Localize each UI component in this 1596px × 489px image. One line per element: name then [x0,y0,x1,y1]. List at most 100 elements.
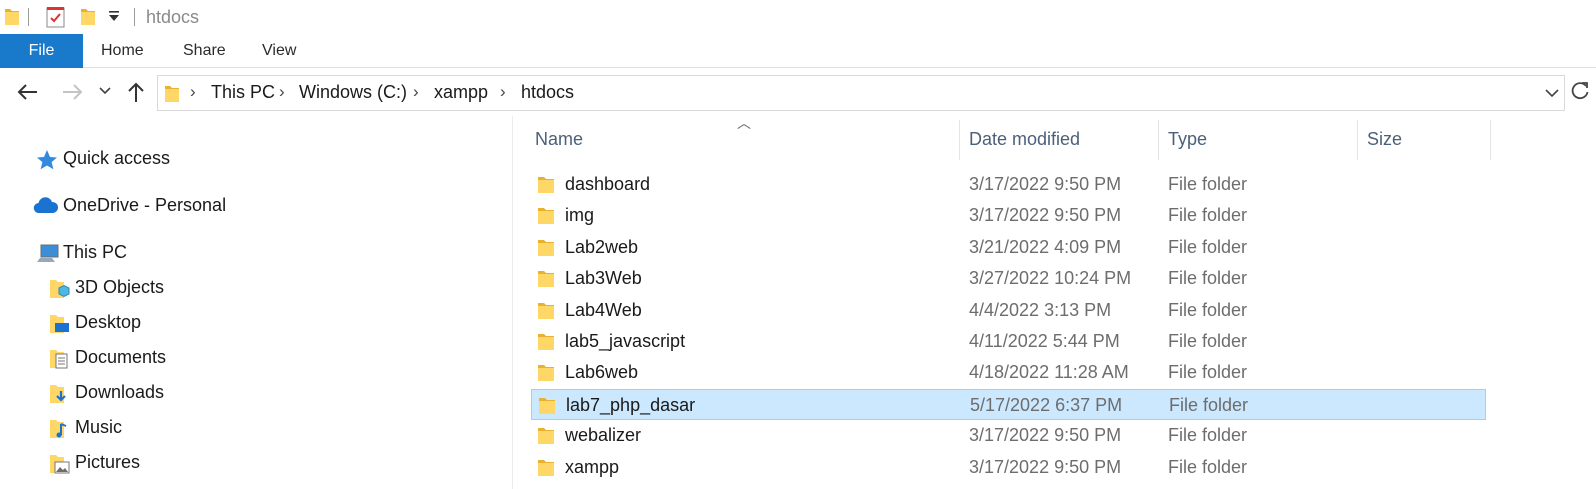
folder-icon [537,300,555,320]
3d-objects-folder-icon [48,278,72,300]
folder-icon [537,331,555,351]
file-type: File folder [1168,205,1248,226]
folder-icon [537,174,555,194]
folder-icon [537,205,555,225]
file-type: File folder [1168,174,1248,194]
table-row[interactable]: Lab4Web 4/4/2022 3:13 PM File folder [531,295,1486,326]
title-bar: htdocs [0,0,1596,34]
table-row[interactable]: img 3/17/2022 9:50 PM File folder [531,200,1486,231]
nav-item-downloads[interactable]: Downloads [48,379,208,409]
address-bar[interactable]: › This PC › Windows (C:) › xampp › htdoc… [157,75,1565,111]
file-name: webalizer [565,425,642,446]
file-date-modified: 4/4/2022 3:13 PM [969,299,1112,320]
nav-item-label: 3D Objects [75,277,165,297]
table-row[interactable]: Lab2web 3/21/2022 4:09 PM File folder [531,232,1486,263]
pictures-folder-icon [48,453,72,475]
table-row[interactable]: lab5_javascript 4/11/2022 5:44 PM File fol… [531,326,1486,357]
table-row[interactable]: webalizer 3/17/2022 9:50 PM File folder [531,420,1486,451]
nav-item-label: Desktop [75,312,142,332]
breadcrumb-windows-c[interactable]: Windows (C:) [299,82,407,103]
tab-file[interactable]: File [0,34,83,68]
navigation-bar: › This PC › Windows (C:) › xampp › htdoc… [0,68,1596,116]
file-name: Lab4Web [565,299,642,320]
file-type: File folder [1168,425,1248,446]
tab-share[interactable]: Share [183,34,226,68]
cloud-icon [33,196,59,218]
customize-toolbar-icon[interactable] [108,10,120,29]
nav-item-label: Downloads [75,382,165,402]
file-date-modified: 4/11/2022 5:44 PM [969,331,1120,351]
chevron-right-icon[interactable]: › [190,82,196,102]
file-date-modified: 5/17/2022 6:37 PM [970,394,1123,415]
navigation-pane: Quick access OneDrive - Personal This PC… [0,116,512,489]
breadcrumb-xampp[interactable]: xampp [434,82,488,103]
nav-item-label: Documents [75,347,167,367]
folder-icon [538,395,556,415]
folder-icon [537,362,555,382]
nav-item-label: Quick access [63,148,171,168]
folder-icon [537,457,555,477]
file-date-modified: 3/17/2022 9:50 PM [969,174,1122,194]
nav-item-this-pc[interactable]: This PC [36,239,176,269]
address-dropdown-icon[interactable] [1544,85,1560,106]
column-header-size[interactable]: Size [1367,116,1487,164]
folder-icon [537,425,555,445]
nav-item-3d-objects[interactable]: 3D Objects [48,274,208,304]
breadcrumb-this-pc[interactable]: This PC [211,82,275,103]
tab-home[interactable]: Home [101,34,144,68]
folder-icon [164,83,180,108]
properties-icon[interactable] [46,6,66,33]
folder-icon [4,6,20,31]
file-name: lab7_php_dasar [566,394,696,415]
nav-item-documents[interactable]: Documents [48,344,208,374]
file-date-modified: 3/21/2022 4:09 PM [969,236,1122,257]
file-name: Lab6web [565,362,639,383]
toolbar-separator [134,8,135,26]
column-divider[interactable] [1158,120,1159,160]
window-title: htdocs [146,7,200,27]
column-header-date-modified[interactable]: Date modified [969,116,1159,164]
breadcrumb-htdocs[interactable]: htdocs [521,82,574,103]
file-list: ︿ Name Date modified Type Size dashboard… [513,115,1596,489]
nav-item-desktop[interactable]: Desktop [48,309,188,339]
up-button[interactable] [124,80,148,104]
new-folder-icon[interactable] [80,6,96,31]
chevron-right-icon[interactable]: › [413,82,419,102]
table-row[interactable]: dashboard 3/17/2022 9:50 PM File folder [531,169,1486,200]
file-date-modified: 3/27/2022 10:24 PM [969,268,1132,289]
table-row[interactable]: Lab6web 4/18/2022 11:28 AM File folder [531,357,1486,388]
chevron-right-icon[interactable]: › [279,82,285,102]
file-name: Lab2web [565,236,639,257]
table-row[interactable]: xampp 3/17/2022 9:50 PM File folder [531,452,1486,483]
forward-button[interactable] [60,80,84,104]
column-divider[interactable] [959,120,960,160]
toolbar-separator [28,8,29,26]
chevron-right-icon[interactable]: › [500,82,506,102]
recent-locations-button[interactable] [98,84,122,108]
tab-view[interactable]: View [262,34,296,68]
file-date-modified: 4/18/2022 11:28 AM [969,362,1129,383]
nav-item-quick-access[interactable]: Quick access [36,145,216,175]
nav-item-onedrive[interactable]: OneDrive - Personal [33,192,253,222]
column-header-name[interactable]: Name [535,116,955,164]
column-header-type[interactable]: Type [1168,116,1358,164]
refresh-icon[interactable] [1569,80,1593,104]
nav-item-music[interactable]: Music [48,414,168,444]
computer-icon [36,243,60,265]
table-row[interactable]: Lab3Web 3/27/2022 10:24 PM File folder [531,263,1486,294]
file-type: File folder [1168,362,1248,383]
file-date-modified: 3/17/2022 9:50 PM [969,205,1122,226]
downloads-folder-icon [48,383,72,405]
file-type: File folder [1168,236,1248,257]
nav-item-pictures[interactable]: Pictures [48,449,168,479]
file-name: Lab3Web [565,268,642,289]
file-name: xampp [565,456,620,477]
table-row[interactable]: lab7_php_dasar 5/17/2022 6:37 PM File fold… [531,388,1486,420]
back-button[interactable] [16,80,40,104]
file-type: File folder [1168,299,1248,320]
file-type: File folder [1168,268,1248,289]
column-divider[interactable] [1490,120,1491,160]
column-divider[interactable] [1357,120,1358,160]
folder-icon [537,268,555,288]
star-icon [36,149,60,171]
